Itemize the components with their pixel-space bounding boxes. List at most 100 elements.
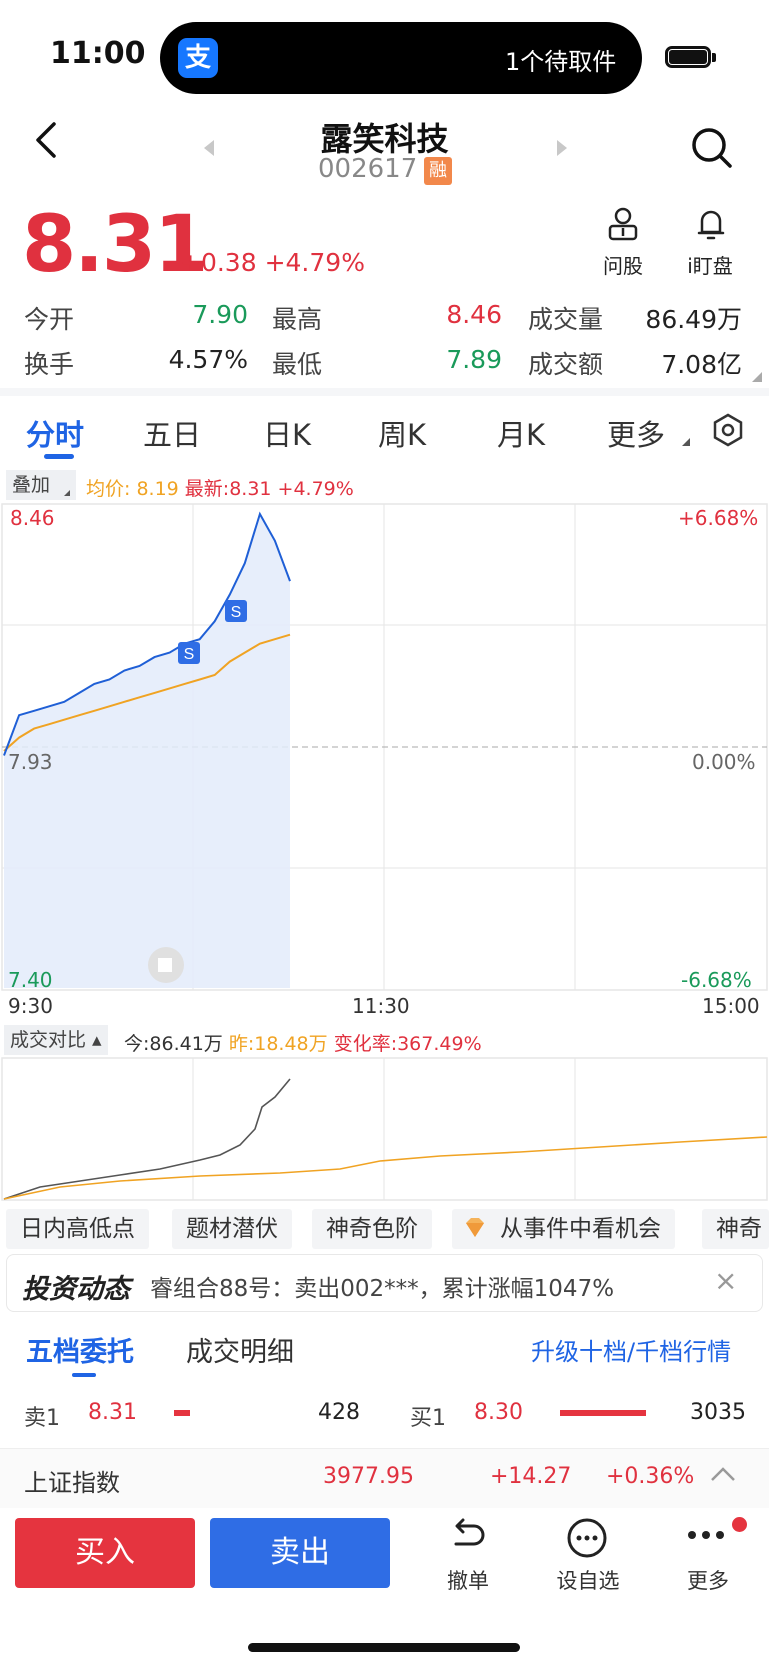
intraday-chart[interactable]: S S [0,502,769,992]
buy1-price: 8.30 [474,1400,523,1425]
chip-magic-color[interactable]: 神奇色阶 [312,1209,432,1249]
news-text[interactable]: 睿组合88号：卖出002***，累计涨幅1047% [150,1269,614,1303]
chart-legend: 均价: 8.19 最新:8.31 +4.79% [86,474,354,501]
y-mid-label: 7.93 [8,750,53,774]
expand-corner-icon[interactable] [752,372,762,382]
volume-compare-chart[interactable] [0,1057,769,1202]
chip-event-label: 从事件中看机会 [500,1216,661,1242]
open-value: 7.90 [192,300,248,329]
amount-label: 成交额 [528,350,604,379]
high-value: 8.46 [446,300,502,329]
amount-value: 7.08亿 [661,350,742,379]
settings-icon[interactable] [710,412,746,448]
order-book-rows: 卖1 8.31 428 买1 8.30 3035 [0,1392,769,1448]
tab-order-book[interactable]: 五档委托 [26,1330,134,1369]
buy-button[interactable]: 买入 [15,1518,195,1588]
volume-compare-legend: 今:86.41万 昨:18.48万 变化率:367.49% [124,1029,482,1056]
volume-label: 成交量 [528,305,604,334]
tab-monthly-k[interactable]: 月K [497,412,545,454]
sell-marker-label: S [231,604,242,621]
ask-stock-icon[interactable] [605,206,641,242]
x-end-label: 15:00 [702,994,760,1018]
more-label[interactable]: 更多 [668,1565,748,1595]
watermark-icon-inner [158,958,172,972]
buy1-label: 买1 [410,1406,446,1431]
upgrade-level-link[interactable]: 升级十档/千档行情 [531,1332,731,1367]
cancel-order-label[interactable]: 撤单 [428,1565,508,1595]
diamond-icon [466,1218,484,1237]
sell1-volume: 428 [318,1400,360,1425]
volume-compare-button[interactable]: 成交对比 ▴ [4,1025,108,1055]
low-label: 最低 [272,350,323,379]
margin-badge: 融 [424,157,452,185]
today-volume-line [3,1078,291,1200]
current-price: 8.31 [22,200,208,290]
pct-mid-label: 0.00% [692,750,756,774]
more-icon[interactable] [686,1528,730,1542]
ob-tab-indicator [72,1373,96,1377]
yesterday-volume-line [3,1136,768,1200]
low-value: 7.89 [446,345,502,374]
pct-high-label: +6.68% [678,506,759,530]
x-mid-label: 11:30 [352,994,410,1018]
x-start-label: 9:30 [8,994,53,1018]
index-name: 上证指数 [24,1469,120,1497]
chip-magic-more[interactable]: 神奇 [702,1209,769,1249]
sell-marker[interactable]: S [178,642,200,664]
notification-dot [732,1517,747,1532]
tab-active-indicator [44,454,74,459]
watch-label[interactable]: i盯盘 [670,250,750,279]
open-label: 今开 [24,305,75,334]
latest-legend: 最新:8.31 +4.79% [184,478,354,500]
bell-icon[interactable] [693,206,729,242]
search-icon[interactable] [690,126,734,170]
sell1-label: 卖1 [24,1406,60,1431]
change-pct: +4.79% [264,248,365,277]
home-indicator[interactable] [248,1643,520,1652]
overlay-label: 叠加 [12,474,51,496]
island-notification: 1个待取件 [505,48,617,76]
tab-daily-k[interactable]: 日K [263,412,311,454]
today-volume: 今:86.41万 [124,1033,223,1055]
buy1-volume: 3035 [690,1400,746,1425]
watchlist-label[interactable]: 设自选 [548,1565,628,1595]
turnover-label: 换手 [24,350,75,379]
section-divider [0,388,769,396]
tab-trade-detail[interactable]: 成交明细 [186,1330,294,1369]
turnover-value: 4.57% [168,345,248,374]
sell-marker[interactable]: S [225,600,247,622]
sell-button[interactable]: 卖出 [210,1518,390,1588]
volume-compare-label: 成交对比 [10,1029,87,1051]
yesterday-volume: 昨:18.48万 [228,1033,328,1055]
next-stock-icon[interactable] [557,140,567,156]
undo-icon[interactable] [448,1518,488,1556]
pct-low-label: -6.68% [681,968,752,992]
add-watchlist-icon[interactable] [566,1517,608,1559]
volume-change-rate: 变化率:367.49% [333,1033,482,1055]
chevron-up-icon[interactable] [710,1466,736,1482]
tab-weekly-k[interactable]: 周K [378,412,426,454]
stock-code: 002617 [318,154,418,184]
sell1-price: 8.31 [88,1400,137,1425]
news-tag: 投资动态 [22,1274,130,1305]
high-label: 最高 [272,305,323,334]
avg-price-legend: 均价: 8.19 [86,478,179,500]
tab-five-day[interactable]: 五日 [143,412,201,454]
buy1-bar [560,1410,646,1416]
y-high-label: 8.46 [10,506,55,530]
change-value: +0.38 [180,248,257,277]
tab-more[interactable]: 更多 [607,412,665,454]
tab-intraday[interactable]: 分时 [26,412,84,454]
sell-marker-label: S [184,646,195,663]
ask-stock-label[interactable]: 问股 [583,250,663,279]
chip-theme-ambush[interactable]: 题材潜伏 [172,1209,292,1249]
y-low-label: 7.40 [8,968,53,992]
close-icon[interactable]: × [714,1264,737,1297]
index-change: +14.27 [490,1464,572,1489]
sell1-bar [174,1410,190,1416]
status-time: 11:00 [50,36,146,71]
volume-value: 86.49万 [645,305,742,334]
tab-more-caret [682,438,690,446]
overlay-caret [64,490,70,496]
chip-intraday-high-low[interactable]: 日内高低点 [6,1209,149,1249]
